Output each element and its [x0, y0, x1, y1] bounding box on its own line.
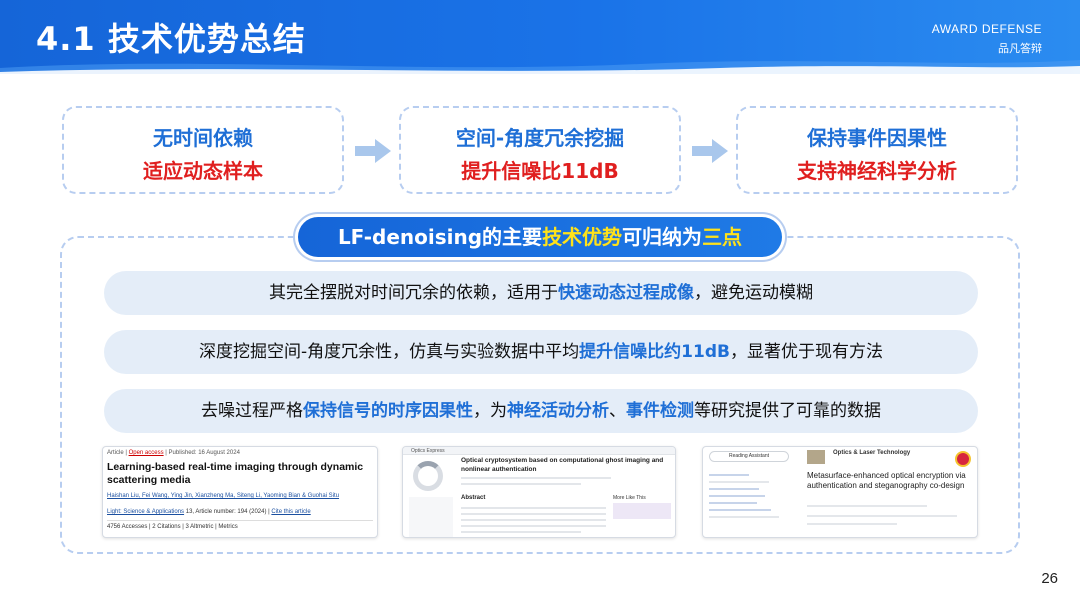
open-access-link: Open access	[128, 450, 164, 456]
card-line-2: 提升信噪比11dB	[461, 159, 619, 183]
brand-chinese: 品凡答辩	[998, 42, 1042, 55]
point-highlight: 事件检测	[626, 401, 694, 421]
paper-screenshot-lsa: Article | Open access | Published: 16 Au…	[102, 446, 378, 538]
reading-assistant-button: Reading Assistant	[709, 451, 789, 462]
text-line	[461, 483, 581, 485]
highlight-block	[613, 503, 671, 519]
cite-link: Cite this article	[271, 509, 311, 515]
outline-line	[709, 495, 765, 497]
header-bar: 4.1 技术优势总结 AWARD DEFENSE 品凡答辩	[0, 0, 1080, 74]
paper-title: Optical cryptosystem based on computatio…	[461, 457, 664, 473]
paper-title: Metasurface-enhanced optical encryption …	[807, 471, 966, 490]
outline-line	[709, 516, 779, 518]
summary-mid: 可归纳为	[622, 225, 703, 249]
advantage-point-1: 其完全摆脱对时间冗余的依赖，适用于快速动态过程成像，避免运动模糊	[104, 271, 978, 315]
outline-line	[709, 488, 759, 490]
more-like-this-heading: More Like This	[613, 495, 646, 501]
outline-line	[709, 474, 749, 476]
card-no-time-dependency: 无时间依赖 适应动态样本	[62, 106, 344, 194]
card-line-1: 空间-角度冗余挖掘	[455, 126, 625, 150]
point-text: 深度挖掘空间-角度冗余性，仿真与实验数据中平均	[199, 342, 580, 362]
point-text: 其完全摆脱对时间冗余的依赖，适用于	[269, 283, 558, 303]
paper-screenshot-optics-laser-tech: Reading Assistant Optics & Laser Technol…	[702, 446, 978, 538]
text-line	[461, 531, 581, 533]
paper-metrics: 4756 Accesses | 2 Citations | 3 Altmetri…	[107, 524, 238, 530]
article-number: 13, Article number: 194 (2024)	[185, 509, 267, 515]
paper-authors: Haishan Liu, Fei Wang, Ying Jin, Xianzhe…	[107, 493, 340, 499]
arrow-right-icon	[355, 139, 391, 163]
article-type: Article	[107, 450, 124, 456]
outline-sidebar	[709, 469, 789, 537]
point-highlight: 神经活动分析	[507, 401, 609, 421]
page-number: 26	[1041, 570, 1058, 587]
paper-screenshot-optics-express: Optics Express Optical cryptosystem base…	[402, 446, 676, 538]
summary-highlight-advantages: 技术优势	[542, 225, 623, 249]
text-line	[461, 513, 606, 515]
brand-english: AWARD DEFENSE	[931, 22, 1042, 36]
paper-meta: Article | Open access | Published: 16 Au…	[107, 450, 240, 456]
outline-line	[709, 481, 769, 483]
card-spatial-angular-redundancy: 空间-角度冗余挖掘 提升信噪比11dB	[399, 106, 681, 194]
advantage-point-2: 深度挖掘空间-角度冗余性，仿真与实验数据中平均提升信噪比约11dB，显著优于现有…	[104, 330, 978, 374]
text-line	[807, 505, 927, 507]
divider	[107, 520, 373, 521]
card-line-2: 支持神经科学分析	[797, 159, 957, 183]
point-text: 去噪过程严格	[201, 401, 303, 421]
point-text: ，避免运动模糊	[694, 283, 813, 303]
page-title: 4.1 技术优势总结	[36, 20, 306, 58]
journal-cover-image	[807, 450, 825, 464]
point-highlight: 保持信号的时序因果性	[303, 401, 473, 421]
donut-graphic	[413, 461, 443, 491]
card-event-causality: 保持事件因果性 支持神经科学分析	[736, 106, 1018, 194]
abstract-heading: Abstract	[461, 495, 486, 501]
point-highlight: 提升信噪比约11dB	[579, 342, 730, 362]
summary-highlight-three-points: 三点	[702, 225, 743, 249]
outline-line	[709, 509, 771, 511]
outline-line	[709, 502, 757, 504]
summary-prefix: LF-denoising的主要	[337, 225, 543, 249]
text-line	[807, 523, 897, 525]
paper-journal: Optics & Laser Technology	[833, 450, 911, 456]
point-text: 、	[609, 401, 626, 421]
summary-heading: LF-denoising的主要技术优势可归纳为三点	[298, 217, 782, 257]
paper-journal: Light: Science & Applications 13, Articl…	[107, 509, 311, 515]
advantage-point-3: 去噪过程严格保持信号的时序因果性，为神经活动分析、事件检测等研究提供了可靠的数据	[104, 389, 978, 433]
text-line	[461, 519, 606, 521]
paper-journal: Optics Express	[411, 448, 445, 454]
card-line-1: 保持事件因果性	[807, 126, 947, 150]
point-text: 等研究提供了可靠的数据	[694, 401, 881, 421]
card-line-2: 适应动态样本	[143, 159, 263, 183]
text-line	[461, 477, 611, 479]
point-text: ，显著优于现有方法	[729, 342, 883, 362]
point-text: ，为	[473, 401, 507, 421]
publisher-logo	[955, 451, 971, 467]
card-line-1: 无时间依赖	[153, 126, 253, 150]
text-line	[461, 507, 606, 509]
paper-title: Learning-based real-time imaging through…	[107, 461, 364, 486]
arrow-right-icon	[692, 139, 728, 163]
journal-link: Light: Science & Applications	[107, 509, 185, 515]
text-line	[461, 525, 606, 527]
sidebar-block	[409, 497, 453, 537]
text-line	[807, 515, 957, 517]
published-date: Published: 16 August 2024	[168, 450, 240, 456]
point-highlight: 快速动态过程成像	[558, 283, 694, 303]
